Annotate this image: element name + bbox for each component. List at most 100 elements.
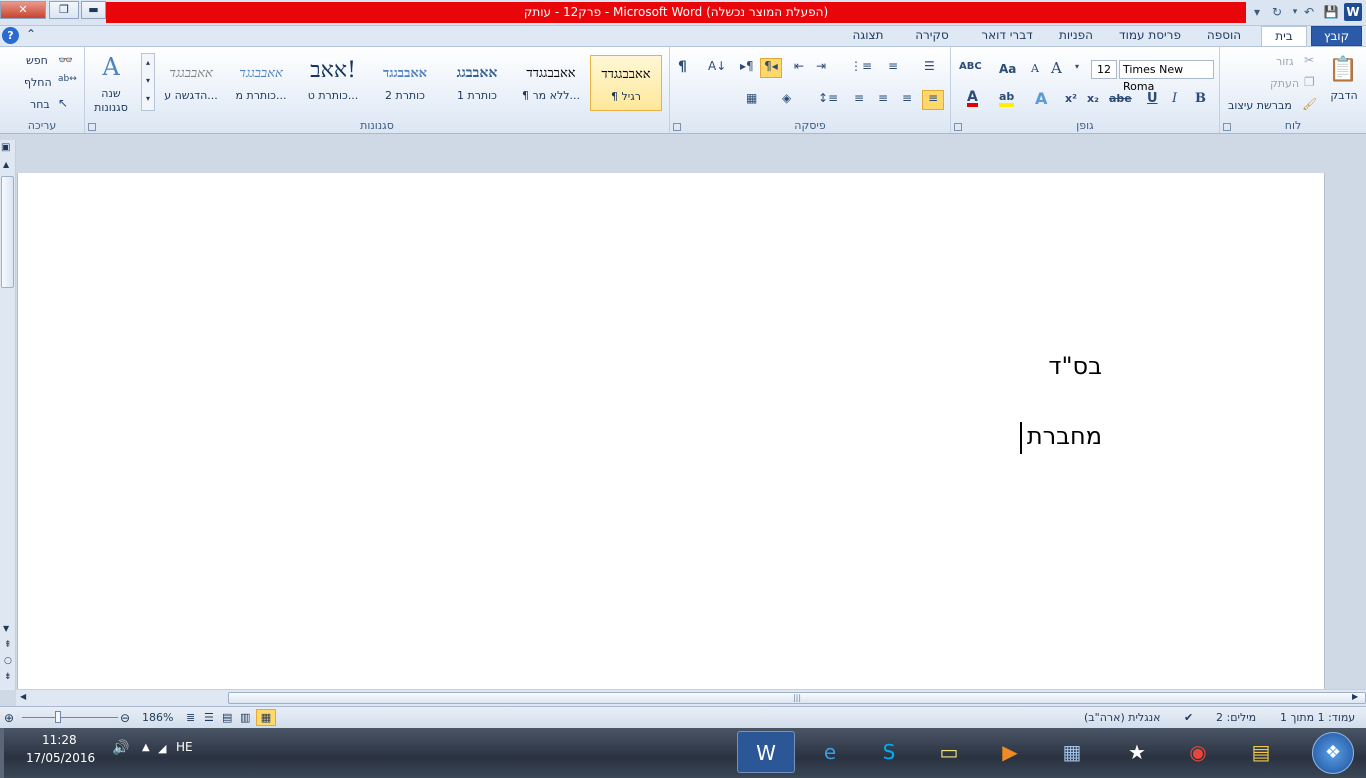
- undo-icon[interactable]: ↶: [1300, 3, 1318, 21]
- tab-view[interactable]: תצוגה: [843, 26, 893, 46]
- close-button[interactable]: ✕: [0, 1, 46, 19]
- ruler-toggle-icon[interactable]: ▣: [1, 142, 10, 153]
- horizontal-scroll-thumb[interactable]: |||: [228, 692, 1366, 704]
- styles-scroll[interactable]: ▴ ▾ ▾: [141, 53, 155, 111]
- start-button[interactable]: ❖: [1312, 732, 1354, 774]
- bullets-icon[interactable]: ⋮≡: [850, 59, 872, 73]
- styles-launcher-icon[interactable]: [88, 123, 96, 131]
- rtl-direction-button[interactable]: ¶◂: [760, 58, 782, 78]
- document-line-2[interactable]: מחברת: [900, 422, 1102, 450]
- font-size-dropdown-icon[interactable]: ▾: [1075, 62, 1079, 71]
- replace-button[interactable]: החלף: [24, 76, 52, 89]
- subscript-button[interactable]: x₂: [1087, 92, 1099, 105]
- paragraph-launcher-icon[interactable]: [673, 123, 681, 131]
- taskbar-chrome[interactable]: ◉: [1169, 731, 1227, 773]
- bold-button[interactable]: B: [1195, 91, 1206, 106]
- cut-button[interactable]: גזור: [1276, 55, 1294, 68]
- browse-object-icon[interactable]: ○: [4, 656, 12, 666]
- grow-font-icon[interactable]: A: [1051, 59, 1062, 77]
- web-layout-icon[interactable]: ▤: [222, 710, 232, 726]
- tray-expand-icon[interactable]: ▲: [142, 742, 150, 753]
- justify-icon[interactable]: ≡: [854, 91, 864, 105]
- text-effects-icon[interactable]: A: [1035, 89, 1047, 108]
- clipboard-launcher-icon[interactable]: [1223, 123, 1231, 131]
- page-number[interactable]: עמוד: 1 מתוך 1: [1280, 710, 1355, 726]
- taskbar-skype[interactable]: S: [860, 731, 918, 773]
- multilevel-list-icon[interactable]: ☰: [924, 59, 935, 73]
- restore-button[interactable]: ❐: [49, 1, 79, 19]
- highlight-icon[interactable]: ab: [999, 90, 1015, 107]
- zoom-slider-track[interactable]: [22, 717, 118, 718]
- tab-file[interactable]: קובץ: [1311, 26, 1362, 46]
- scroll-right-icon[interactable]: ▶: [1352, 692, 1358, 701]
- line-spacing-icon[interactable]: ↕≡: [818, 91, 838, 105]
- style-subtle-emphasis[interactable]: אאבבגגד הדגשה ע...: [155, 55, 227, 111]
- zoom-in-icon[interactable]: ⊕: [4, 710, 14, 726]
- zoom-slider-thumb[interactable]: [54, 711, 61, 723]
- change-styles-icon[interactable]: A: [93, 53, 129, 83]
- customize-dropdown-icon[interactable]: ▾: [1248, 3, 1266, 21]
- word-count[interactable]: מילים: 2: [1216, 710, 1256, 726]
- borders-icon[interactable]: ▦: [746, 91, 757, 105]
- style-normal[interactable]: אאבבגגדד ¶ רגיל: [590, 55, 662, 111]
- volume-icon[interactable]: 🔊: [112, 740, 129, 756]
- full-screen-reading-icon[interactable]: ▥: [240, 710, 250, 726]
- language-status[interactable]: אנגלית (ארה"ב): [1084, 710, 1160, 726]
- style-heading-1[interactable]: אאבבגג כותרת 1: [441, 55, 513, 111]
- proofing-icon[interactable]: ✔: [1184, 710, 1193, 726]
- taskbar-internet-explorer[interactable]: e: [801, 731, 859, 773]
- shrink-font-icon[interactable]: A: [1031, 62, 1039, 75]
- save-icon[interactable]: 💾: [1322, 3, 1340, 21]
- font-color-icon[interactable]: A: [967, 89, 978, 107]
- style-subtitle[interactable]: אאבבגגד כותרת מ...: [225, 55, 297, 111]
- draft-view-icon[interactable]: ≣: [186, 710, 195, 726]
- style-no-spacing[interactable]: אאבבגגדד ¶ ללא מר...: [515, 55, 587, 111]
- clear-formatting-icon[interactable]: ABC: [959, 61, 982, 72]
- paste-icon[interactable]: 📋: [1326, 55, 1360, 85]
- horizontal-scrollbar[interactable]: ◀ ||| ▶: [16, 689, 1366, 706]
- taskbar-media-player[interactable]: ▶: [981, 731, 1039, 773]
- strikethrough-button[interactable]: abe: [1109, 92, 1132, 105]
- format-painter-button[interactable]: מברשת עיצוב: [1228, 99, 1292, 112]
- tab-references[interactable]: הפניות: [1049, 26, 1103, 46]
- font-name-field[interactable]: Times New Roma: [1119, 60, 1214, 93]
- collapse-ribbon-icon[interactable]: ⌃: [26, 27, 36, 41]
- word-app-icon[interactable]: W: [1344, 3, 1362, 21]
- document-line-1[interactable]: בס"ד: [900, 352, 1102, 380]
- tab-review[interactable]: סקירה: [904, 26, 960, 46]
- scroll-left-icon[interactable]: ◀: [20, 692, 26, 701]
- show-desktop-button[interactable]: [0, 728, 4, 778]
- change-styles-line2[interactable]: סגנונות: [87, 101, 135, 114]
- scroll-down-icon[interactable]: ▼: [3, 624, 9, 633]
- align-right-button[interactable]: ≡: [922, 90, 944, 110]
- taskbar-explorer[interactable]: ▤: [1232, 731, 1290, 773]
- clock-time[interactable]: 11:28: [42, 733, 77, 747]
- numbering-icon[interactable]: ≡: [888, 59, 898, 73]
- superscript-button[interactable]: x²: [1065, 92, 1077, 105]
- change-styles-line1[interactable]: שנה: [87, 87, 135, 100]
- tab-insert[interactable]: הוספה: [1199, 26, 1249, 46]
- underline-button[interactable]: U: [1147, 91, 1158, 106]
- outline-view-icon[interactable]: ☰: [204, 710, 214, 726]
- taskbar-calculator[interactable]: ▦: [1043, 731, 1101, 773]
- vertical-scrollbar[interactable]: ▣ ▲ ▼ ⇞ ○ ⇟: [0, 140, 16, 690]
- previous-page-icon[interactable]: ⇞: [4, 640, 12, 650]
- taskbar-app-star[interactable]: ★: [1108, 731, 1166, 773]
- select-button[interactable]: בחר: [30, 98, 50, 111]
- sort-icon[interactable]: A↓: [708, 59, 726, 73]
- minimize-button[interactable]: ▬: [81, 1, 106, 19]
- print-layout-icon[interactable]: ▦: [256, 709, 276, 726]
- shading-icon[interactable]: ◈: [782, 91, 791, 105]
- style-title[interactable]: אאב! כותרת ט...: [297, 55, 369, 111]
- ltr-direction-icon[interactable]: ▸¶: [740, 59, 754, 73]
- tab-mailings[interactable]: דברי דואר: [972, 26, 1042, 46]
- redo-icon[interactable]: ↻: [1268, 3, 1286, 21]
- find-button[interactable]: חפש: [26, 54, 48, 67]
- tab-page-layout[interactable]: פריסת עמוד: [1110, 26, 1190, 46]
- align-center-icon[interactable]: ≡: [902, 91, 912, 105]
- network-icon[interactable]: ◢: [158, 742, 166, 755]
- zoom-level[interactable]: 186%: [142, 710, 173, 726]
- align-left-icon[interactable]: ≡: [878, 91, 888, 105]
- scroll-up-icon[interactable]: ▲: [3, 160, 9, 169]
- copy-button[interactable]: העתק: [1270, 77, 1299, 90]
